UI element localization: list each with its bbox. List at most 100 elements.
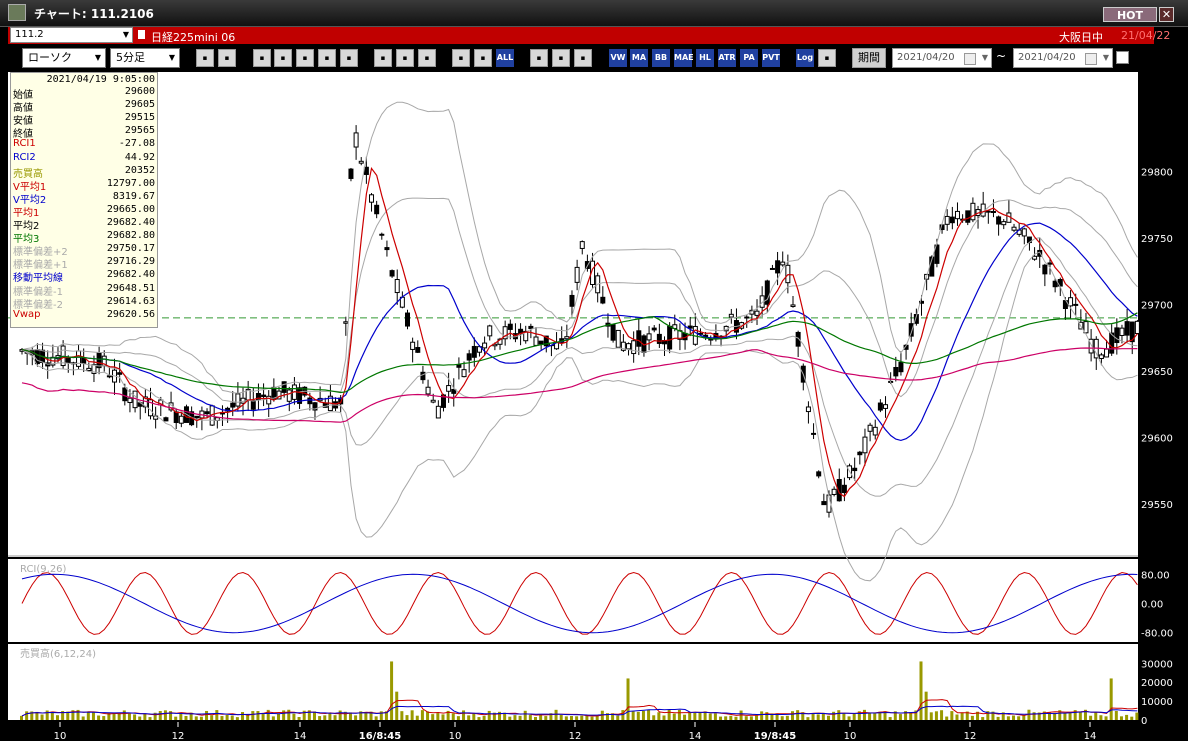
- close-button[interactable]: ✕: [1159, 7, 1174, 22]
- info-button[interactable]: ▪: [340, 49, 358, 67]
- all-button[interactable]: ALL: [496, 49, 514, 67]
- hl-button-label: HL: [699, 53, 711, 62]
- candle-body: [1098, 354, 1104, 360]
- volume-bar: [405, 715, 409, 720]
- volume-bar: [796, 710, 800, 720]
- window-icon: ▪: [824, 54, 830, 62]
- candle-body: [204, 411, 210, 415]
- volume-bar: [487, 710, 491, 720]
- volume-bar: [287, 709, 291, 720]
- undo-button[interactable]: ▪: [418, 49, 436, 67]
- log-button[interactable]: Log: [796, 49, 814, 67]
- calendar-icon[interactable]: [1085, 53, 1097, 65]
- candle-body: [538, 340, 544, 345]
- timeframe-select[interactable]: 5分足 ▼: [110, 48, 180, 68]
- volume-bar: [415, 715, 419, 720]
- bars-button[interactable]: ▪: [218, 49, 236, 67]
- candle-body: [122, 387, 128, 402]
- info-row: 移動平均線 29682.40: [13, 269, 155, 284]
- hl-button[interactable]: HL: [696, 49, 714, 67]
- volume-bar: [1017, 716, 1021, 720]
- mae-button[interactable]: MAE: [674, 49, 694, 67]
- volume-bar: [235, 717, 239, 720]
- bb-button[interactable]: BB: [652, 49, 670, 67]
- candle-body: [1021, 228, 1027, 237]
- date-from-input[interactable]: 2021/04/20 ▼: [892, 48, 992, 68]
- volume-bar: [25, 711, 29, 720]
- pvt-button[interactable]: PVT: [762, 49, 780, 67]
- line-tool-button[interactable]: ▪: [374, 49, 392, 67]
- symbol-code-input[interactable]: 111.2 ▼: [10, 27, 133, 43]
- hot-button[interactable]: HOT: [1103, 7, 1157, 22]
- cursor-cross-button[interactable]: ▪: [253, 49, 271, 67]
- undo-icon: ▪: [424, 54, 430, 62]
- window-button[interactable]: ▪: [818, 49, 836, 67]
- volume-tick-label: 30000: [1141, 659, 1173, 670]
- volume-bar: [467, 715, 471, 720]
- para-button[interactable]: PA RA: [740, 49, 758, 80]
- candle-body: [430, 399, 436, 403]
- candle-body: [867, 424, 873, 432]
- volume-tick-label: 0: [1141, 716, 1147, 727]
- candle-body: [389, 270, 395, 277]
- find-button[interactable]: ▪: [274, 49, 292, 67]
- candle-body: [194, 415, 200, 419]
- candle-body: [461, 369, 467, 378]
- volume-bar: [40, 714, 44, 720]
- volume-bar: [734, 716, 738, 720]
- volume-bar: [590, 716, 594, 720]
- ma-button-label: MA: [631, 53, 647, 62]
- paint-icon: ▪: [558, 54, 564, 62]
- volume-bar: [91, 711, 95, 720]
- volume-bar: [97, 715, 101, 720]
- cross-button[interactable]: ▪: [318, 49, 336, 67]
- chart-type-select[interactable]: ローソク ▼: [22, 48, 106, 68]
- vwap-button[interactable]: VW AP: [609, 49, 627, 80]
- volume-bar: [1125, 714, 1129, 720]
- volume-bar: [888, 717, 892, 720]
- volume-bar: [641, 710, 645, 720]
- candle-body: [435, 405, 441, 419]
- box-left-icon: ▪: [458, 54, 464, 62]
- volume-bar: [523, 710, 527, 720]
- candle-body: [405, 312, 410, 327]
- info-row-value: 29515: [124, 112, 155, 124]
- candle-body: [780, 261, 786, 266]
- color-button[interactable]: ▪: [574, 49, 592, 67]
- mae-button-label: MAE: [674, 53, 694, 62]
- candle-body: [1119, 327, 1125, 336]
- bar-chart-button[interactable]: ▪: [296, 49, 314, 67]
- zoom-button[interactable]: ▪: [196, 49, 214, 67]
- volume-bar: [970, 715, 974, 720]
- box-left-button[interactable]: ▪: [452, 49, 470, 67]
- volume-bar: [256, 711, 260, 720]
- ma-button[interactable]: MA: [630, 49, 648, 67]
- volume-bar: [410, 710, 414, 720]
- candle-body: [1073, 303, 1079, 306]
- calendar-icon[interactable]: [964, 53, 976, 65]
- volume-bar: [647, 709, 651, 720]
- atr-button[interactable]: ATR: [718, 49, 736, 67]
- chart-area[interactable]: 29800 29750 29700 29650 29600 29550 RCI(9,26) 8…: [0, 72, 1188, 741]
- date-to-value: 2021/04/20: [1018, 52, 1076, 63]
- volume-bar: [636, 711, 640, 720]
- volume-bar: [564, 716, 568, 720]
- settings-button[interactable]: ▪: [530, 49, 548, 67]
- period-button[interactable]: 期間: [852, 48, 886, 68]
- rci-tick-label: -80.00: [1141, 629, 1173, 640]
- time-tick-label: 14: [689, 731, 702, 741]
- box-right-button[interactable]: ▪: [474, 49, 492, 67]
- date-to-input[interactable]: 2021/04/20 ▼: [1013, 48, 1113, 68]
- volume-bar: [518, 715, 522, 720]
- select-arrow-button[interactable]: ▪: [396, 49, 414, 67]
- info-row-value: 20352: [124, 164, 155, 176]
- period-checkbox[interactable]: [1116, 51, 1129, 64]
- candle-body: [173, 411, 179, 424]
- window-title: チャート: 111.2106: [34, 7, 154, 21]
- session-label: 大阪日中: [1059, 31, 1103, 44]
- paint-button[interactable]: ▪: [552, 49, 570, 67]
- volume-bar: [1099, 715, 1103, 720]
- volume-bar: [652, 715, 656, 720]
- volume-bar: [230, 715, 234, 720]
- volume-bar: [20, 715, 23, 720]
